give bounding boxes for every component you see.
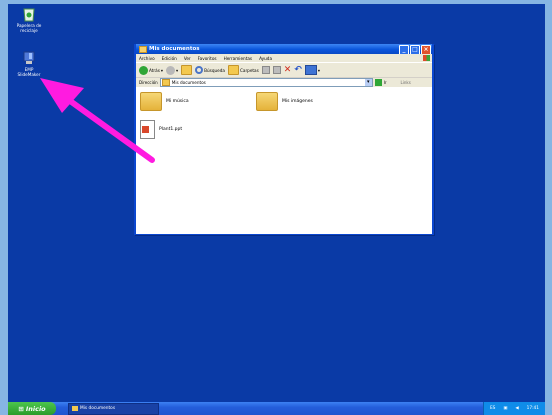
pictures-folder-icon [256, 92, 278, 111]
folder-icon [139, 45, 147, 53]
folder-icon [161, 79, 170, 86]
search-label: Búsqueda [204, 67, 225, 73]
folder-contents: Mi música Mis imágenes Plant1.ppt [136, 87, 432, 234]
start-button[interactable]: ⊞ Inicio [8, 402, 56, 415]
up-folder-button[interactable] [181, 65, 193, 75]
go-arrow-icon[interactable] [374, 79, 382, 86]
address-value: Mis documentos [171, 80, 206, 85]
item-label: Mi música [166, 99, 189, 104]
desktop-icon-label: SlideMaker [17, 72, 41, 77]
copy-to-button[interactable] [272, 66, 281, 74]
search-button[interactable]: Búsqueda [195, 66, 225, 74]
menu-archivo[interactable]: Archivo [139, 56, 155, 61]
taskbar-item-mis-documentos[interactable]: Mis documentos [68, 402, 159, 415]
menu-bar: Archivo Edición Ver Favoritos Herramient… [136, 54, 432, 62]
forward-arrow-icon [166, 65, 176, 75]
folders-button[interactable]: Carpetas [227, 65, 259, 75]
menu-herramientas[interactable]: Herramientas [224, 56, 253, 61]
recycle-bin-icon [21, 6, 37, 22]
desktop-icon-label: reciclaje [20, 28, 38, 33]
chevron-down-icon: ▾ [160, 67, 164, 73]
address-dropdown-button[interactable]: ▾ [364, 79, 372, 86]
emp-slidemaker-icon [21, 50, 37, 66]
delete-button[interactable]: ✕ [283, 64, 292, 75]
folder-icon [72, 406, 78, 411]
file-item-plant1-ppt[interactable]: Plant1.ppt [140, 120, 182, 139]
search-icon [195, 66, 204, 74]
system-tray: ES ▣ ◀ 17:41 [483, 402, 545, 415]
menu-edicion[interactable]: Edición [162, 56, 177, 61]
item-label: Mis imágenes [282, 99, 313, 104]
folders-label: Carpetas [239, 67, 259, 73]
language-indicator[interactable]: ES [490, 406, 495, 411]
address-label: Dirección [139, 80, 158, 85]
volume-icon[interactable]: ◀ [515, 406, 518, 411]
copy-to-icon [272, 66, 281, 74]
toolbar: Atrás ▾ ▾ Búsqueda Carpetas ✕ ↶ ▾ [136, 62, 432, 77]
chevron-down-icon: ▾ [176, 67, 179, 73]
back-button[interactable]: Atrás ▾ [139, 65, 164, 75]
clock[interactable]: 17:41 [527, 406, 539, 411]
desktop-icon-recycle-bin[interactable]: Papelera de reciclaje [9, 6, 49, 33]
go-button[interactable]: Ir [384, 80, 387, 85]
links-button[interactable]: Links [401, 80, 411, 85]
back-label: Atrás [149, 67, 160, 73]
powerpoint-file-icon [140, 120, 155, 139]
move-to-button[interactable] [261, 66, 270, 74]
network-icon[interactable]: ▣ [503, 406, 507, 411]
address-bar: Dirección Mis documentos ▾ Ir Links [136, 77, 432, 87]
desktop: Papelera de reciclaje EMP SlideMaker Mis… [8, 4, 545, 408]
menu-ayuda[interactable]: Ayuda [259, 56, 272, 61]
taskbar: ⊞ Inicio Mis documentos ES ▣ ◀ 17:41 [8, 402, 545, 415]
back-arrow-icon [139, 65, 148, 75]
start-label: Inicio [25, 404, 46, 413]
windows-logo-icon [423, 55, 430, 61]
item-label: Plant1.ppt [159, 127, 183, 132]
address-field[interactable]: Mis documentos ▾ [159, 78, 373, 87]
desktop-icon-emp-slidemaker[interactable]: EMP SlideMaker [9, 50, 49, 77]
music-folder-icon [140, 92, 162, 111]
menu-favoritos[interactable]: Favoritos [198, 56, 217, 61]
undo-icon: ↶ [294, 64, 302, 75]
undo-button[interactable]: ↶ [294, 64, 302, 75]
explorer-window: Mis documentos _ □ × Archivo Edición Ver… [134, 44, 434, 235]
views-button[interactable]: ▾ [304, 65, 320, 75]
window-titlebar[interactable]: Mis documentos _ □ × [136, 44, 432, 55]
forward-button[interactable]: ▾ [166, 65, 179, 75]
chevron-down-icon: ▾ [317, 67, 320, 73]
delete-icon: ✕ [283, 64, 292, 75]
views-icon [304, 65, 317, 75]
task-label: Mis documentos [80, 406, 116, 411]
up-folder-icon [181, 65, 193, 75]
folder-item-mis-imagenes[interactable]: Mis imágenes [256, 92, 313, 111]
window-title: Mis documentos [149, 46, 200, 52]
folders-icon [227, 65, 239, 75]
menu-ver[interactable]: Ver [184, 56, 191, 61]
windows-logo-icon: ⊞ [18, 404, 24, 413]
move-to-icon [261, 66, 270, 74]
folder-item-mi-musica[interactable]: Mi música [140, 92, 189, 111]
